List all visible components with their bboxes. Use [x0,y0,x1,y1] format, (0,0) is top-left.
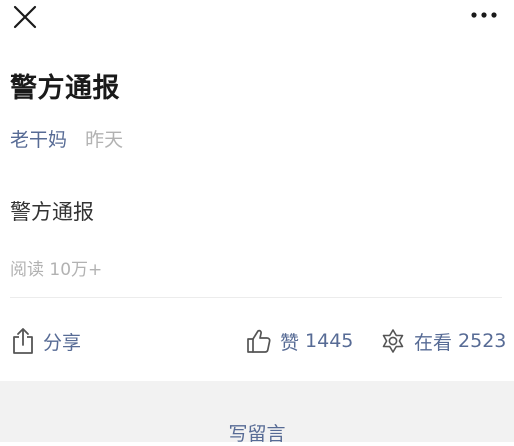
wow-count: 2523 [458,330,507,352]
publish-date: 昨天 [85,129,124,151]
like-label: 赞 [280,331,300,354]
comment-area: 写留言 [0,381,514,445]
share-icon [13,328,33,354]
wow-label: 在看 [414,331,453,354]
wow-icon [382,329,404,353]
close-icon [13,5,37,29]
wow-button[interactable]: 在看 2523 [380,324,506,358]
close-button[interactable] [12,4,38,30]
more-button[interactable] [470,6,498,24]
author-link[interactable]: 老干妈 [10,129,67,151]
article-body: 警方通报 [10,200,94,224]
divider [10,297,502,298]
share-button[interactable]: 分享 [11,324,81,358]
share-label: 分享 [43,331,82,354]
read-count: 阅读 10万+ [10,260,103,280]
like-button[interactable]: 赞 1445 [246,324,353,358]
article-title: 警方通报 [10,73,120,104]
article-meta: 老干妈 昨天 [10,125,123,152]
thumbs-up-icon [247,329,271,353]
like-count: 1445 [305,330,354,352]
more-icon [471,12,497,18]
